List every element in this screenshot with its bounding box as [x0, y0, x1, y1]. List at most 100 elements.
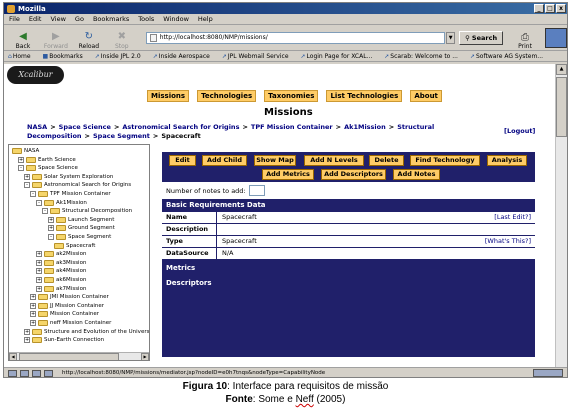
expand-icon[interactable]: +: [18, 156, 24, 163]
tree-node[interactable]: + JJ Mission Container: [30, 302, 104, 310]
maximize-button[interactable]: □: [545, 4, 555, 13]
bookmark-home[interactable]: ⌂Home: [8, 53, 37, 60]
minimize-button[interactable]: _: [534, 4, 544, 13]
menu-bookmarks[interactable]: Bookmarks: [93, 15, 129, 23]
expand-icon[interactable]: +: [24, 328, 30, 335]
add-n-levels-button[interactable]: Add N Levels: [304, 155, 364, 166]
expand-icon[interactable]: +: [48, 225, 54, 232]
tree-node[interactable]: Spacecraft: [54, 242, 95, 250]
menu-help[interactable]: Help: [198, 15, 213, 23]
bookmark-inside-jpl[interactable]: ➚Inside JPL 2.0: [95, 53, 147, 60]
add-notes-button[interactable]: Add Notes: [393, 169, 440, 180]
expand-icon[interactable]: +: [30, 302, 36, 309]
tree-node[interactable]: - TPF Mission Container: [30, 190, 111, 198]
tree-node[interactable]: + Solar System Exploration: [24, 173, 113, 181]
last-edit-link[interactable]: [Last Edit?]: [494, 212, 531, 223]
tree-node[interactable]: - Space Segment: [48, 233, 111, 241]
analysis-button[interactable]: Analysis: [487, 155, 527, 166]
notes-count-input[interactable]: [248, 185, 265, 196]
tree-horizontal-scrollbar[interactable]: ◀ ▶: [9, 352, 149, 360]
mozilla-throbber-icon[interactable]: [545, 27, 567, 48]
page-vertical-scrollbar[interactable]: ▲: [555, 64, 567, 367]
collapse-icon[interactable]: -: [24, 182, 30, 189]
tree-node[interactable]: + Earth Science: [18, 156, 76, 164]
bookmark-xcal-login[interactable]: ➚Login Page for XCAL...: [301, 53, 379, 60]
tree-node[interactable]: + Mission Container: [30, 310, 99, 318]
tree-node[interactable]: + neff Mission Container: [30, 319, 111, 327]
collapse-icon[interactable]: -: [48, 234, 54, 240]
whats-this-link[interactable]: [What's This?]: [485, 236, 531, 247]
expand-icon[interactable]: +: [36, 259, 42, 266]
collapse-icon[interactable]: -: [18, 165, 24, 172]
tree-node[interactable]: + Structure and Evolution of the Univers: [24, 328, 149, 336]
find-technology-button[interactable]: Find Technology: [410, 155, 480, 166]
composer-icon[interactable]: [32, 369, 41, 377]
bookmark-scarab[interactable]: ➚Scarab: Welcome to ...: [384, 53, 464, 60]
expand-icon[interactable]: +: [30, 294, 36, 301]
nav-technologies[interactable]: Technologies: [197, 90, 257, 102]
scroll-left-icon[interactable]: ◀: [9, 353, 17, 360]
show-map-button[interactable]: Show Map: [254, 155, 296, 166]
navigator-icon[interactable]: [8, 369, 17, 377]
add-descriptors-button[interactable]: Add Descriptors: [321, 169, 386, 180]
address-dropdown-button[interactable]: ▼: [446, 31, 456, 44]
menu-tools[interactable]: Tools: [138, 15, 154, 23]
stop-button[interactable]: ✖ Stop: [107, 26, 137, 50]
tree-node[interactable]: + Sun-Earth Connection: [24, 336, 104, 344]
expand-icon[interactable]: +: [24, 173, 30, 180]
expand-icon[interactable]: +: [48, 216, 54, 223]
menu-file[interactable]: File: [9, 15, 20, 23]
site-logo[interactable]: Xcalibur: [7, 66, 64, 84]
logout-link[interactable]: [Logout]: [504, 127, 535, 135]
nav-list-technologies[interactable]: List Technologies: [326, 90, 403, 102]
tree-node[interactable]: - Structural Decomposition: [42, 207, 132, 215]
add-child-button[interactable]: Add Child: [202, 155, 247, 166]
tree-node[interactable]: + ak6Mission: [36, 276, 86, 284]
tree-node[interactable]: + Ground Segment: [48, 224, 115, 232]
bookmark-software-ag[interactable]: ➚Software AG System...: [470, 53, 549, 60]
nav-about[interactable]: About: [410, 90, 442, 102]
add-metrics-button[interactable]: Add Metrics: [262, 169, 314, 180]
edit-button[interactable]: Edit: [169, 155, 196, 166]
tree-node[interactable]: - Space Science: [18, 164, 78, 172]
tree-scroll-thumb[interactable]: [19, 353, 119, 360]
address-bar[interactable]: http://localhost:8080/NMP/missions/: [145, 31, 446, 44]
expand-icon[interactable]: +: [36, 277, 42, 283]
expand-icon[interactable]: +: [36, 268, 42, 275]
page-scroll-thumb[interactable]: [556, 77, 567, 137]
nav-missions[interactable]: Missions: [147, 90, 190, 102]
tree-node[interactable]: - Astronomical Search for Origins: [24, 181, 131, 189]
close-button[interactable]: x: [556, 4, 566, 13]
print-button[interactable]: ⎙ Print: [513, 26, 537, 50]
metrics-heading[interactable]: Metrics: [162, 262, 535, 275]
breadcrumb-link[interactable]: Space Segment: [93, 132, 150, 140]
bookmark-bookmarks[interactable]: ■Bookmarks: [43, 53, 89, 60]
forward-button[interactable]: ▶ Forward: [41, 26, 71, 50]
mail-icon[interactable]: [20, 369, 29, 377]
breadcrumb-link[interactable]: NASA: [27, 123, 47, 131]
expand-icon[interactable]: +: [36, 251, 42, 258]
bookmark-inside-aerospace[interactable]: ➚Inside Aerospace: [153, 53, 216, 60]
tree-node[interactable]: + ak2Mission: [36, 250, 86, 258]
tree-node[interactable]: NASA: [12, 147, 39, 155]
expand-icon[interactable]: +: [30, 320, 36, 326]
menu-go[interactable]: Go: [75, 15, 84, 23]
address-book-icon[interactable]: [44, 369, 53, 377]
collapse-icon[interactable]: -: [42, 208, 48, 215]
breadcrumb-link[interactable]: Space Science: [59, 123, 111, 131]
scroll-up-icon[interactable]: ▲: [556, 64, 567, 75]
bookmark-jpl-webmail[interactable]: ➚JPL Webmail Service: [222, 53, 295, 60]
tree-node[interactable]: + JMI Mission Container: [30, 293, 109, 301]
expand-icon[interactable]: +: [36, 285, 42, 292]
tree-node[interactable]: + ak7Mission: [36, 285, 86, 293]
menu-view[interactable]: View: [50, 15, 65, 23]
reload-button[interactable]: ↻ Reload: [74, 26, 104, 50]
tree-node[interactable]: + ak4Mission: [36, 267, 86, 275]
search-button[interactable]: ⚲ Search: [459, 30, 504, 45]
menu-window[interactable]: Window: [163, 15, 189, 23]
expand-icon[interactable]: +: [24, 337, 30, 344]
breadcrumb-link[interactable]: Astronomical Search for Origins: [122, 123, 239, 131]
collapse-icon[interactable]: -: [30, 191, 36, 197]
menu-edit[interactable]: Edit: [29, 15, 42, 23]
back-button[interactable]: ◀ Back: [8, 26, 38, 50]
